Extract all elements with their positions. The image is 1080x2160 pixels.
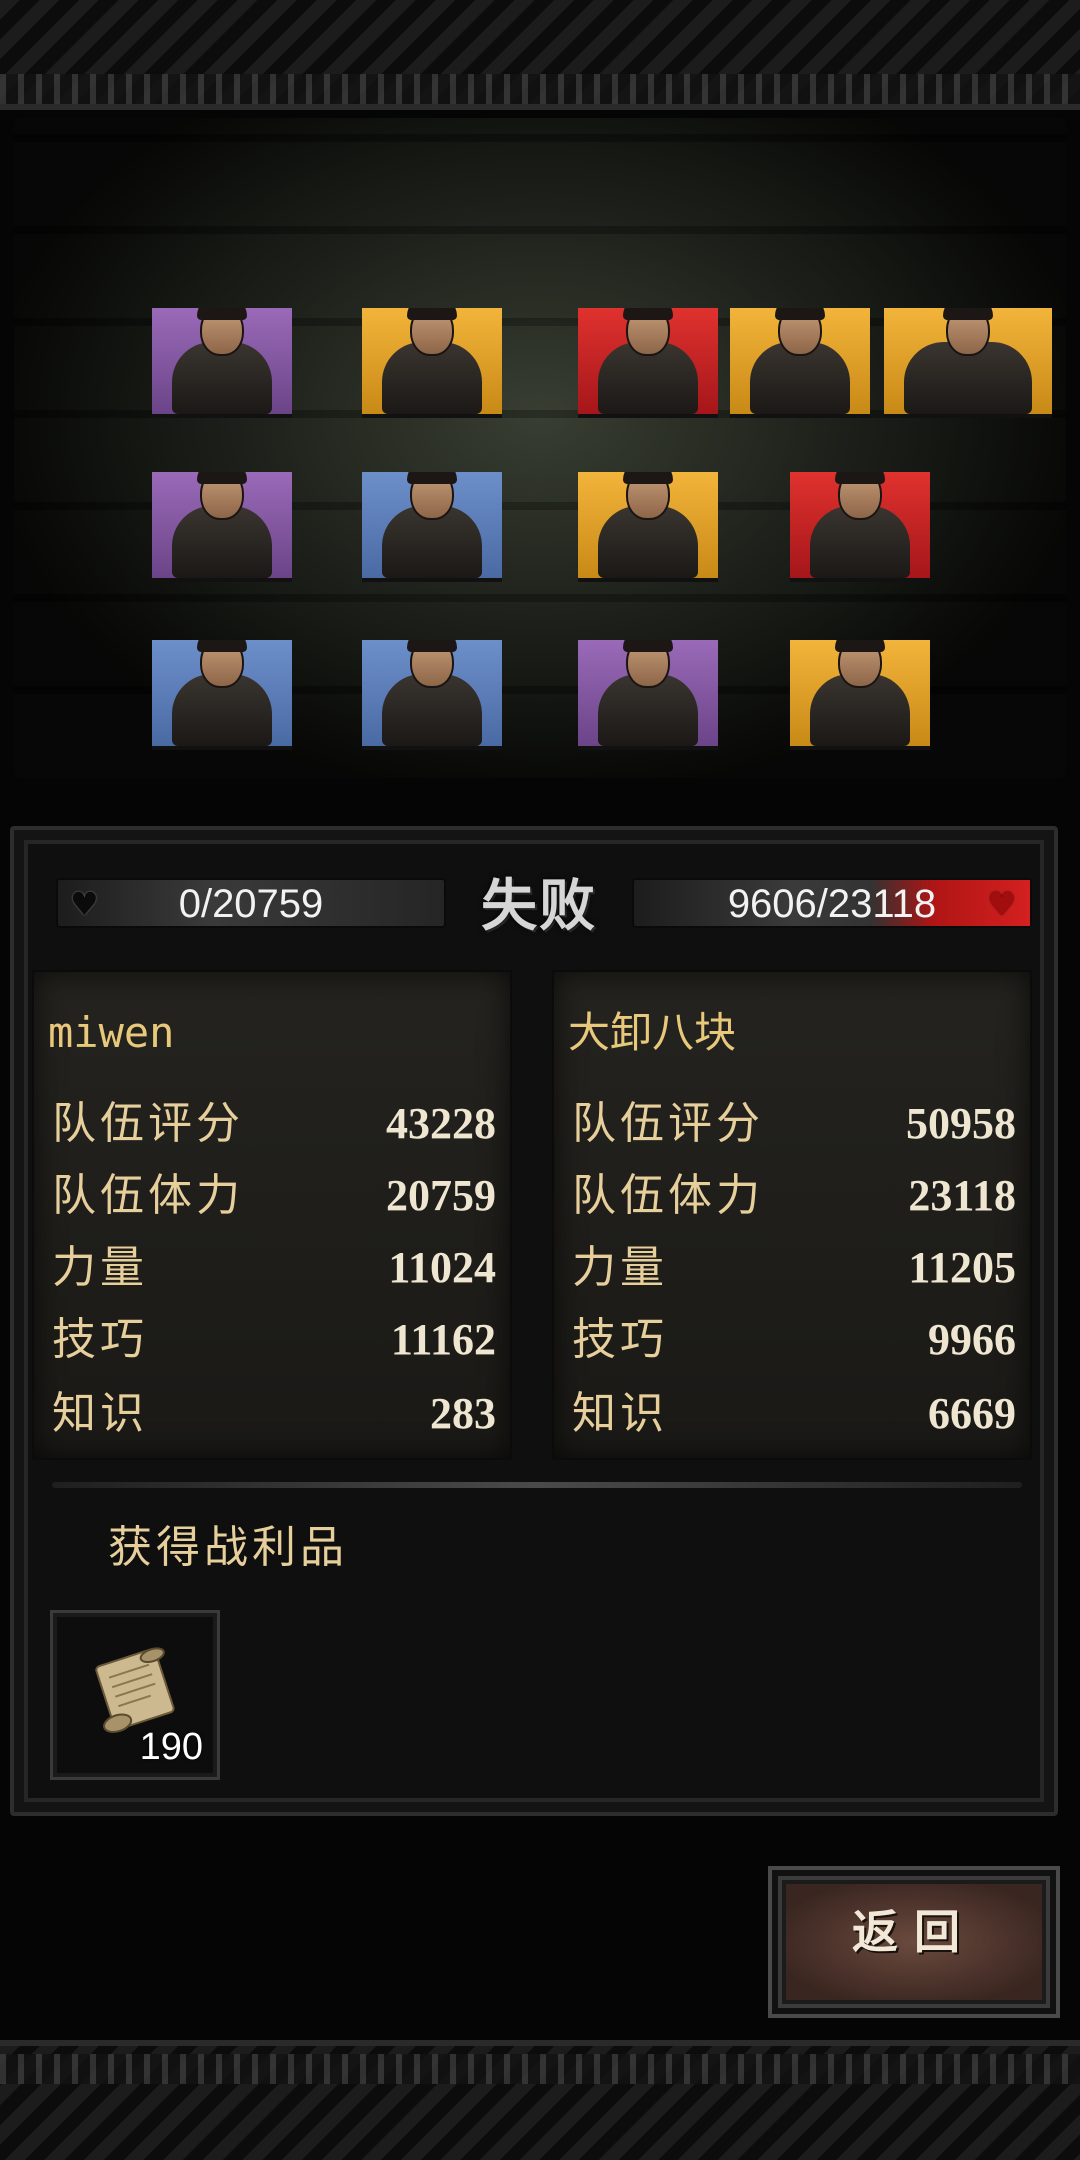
right-unit-5 [790,472,930,582]
top-decorative-border [0,0,1080,110]
stat-row: 技巧 9966 [572,1310,1016,1370]
stat-row: 队伍体力 20759 [52,1166,496,1226]
stat-label: 知识 [52,1388,148,1439]
loot-item-count: 190 [139,1726,203,1768]
stat-value: 11205 [908,1243,1016,1292]
right-unit-6 [578,640,718,750]
stat-row: 队伍评分 43228 [52,1094,496,1154]
battle-result-title: 失败 [481,873,597,939]
stat-row: 知识 6669 [572,1384,1016,1444]
stat-label: 队伍体力 [52,1170,244,1221]
stat-row: 技巧 11162 [52,1310,496,1370]
right-unit-1 [578,308,718,418]
left-team-name: miwen [48,1008,175,1057]
right-team-stats: 大卸八块 队伍评分 50958 队伍体力 23118 力量 11205 技巧 9… [552,970,1032,1460]
stat-row: 力量 11205 [572,1238,1016,1298]
left-team-hp-bar: ♥ 0/20759 [56,878,446,928]
stat-value: 50958 [906,1099,1016,1148]
stat-value: 43228 [386,1099,496,1148]
stat-row: 知识 283 [52,1384,496,1444]
stat-label: 力量 [572,1242,668,1293]
right-unit-2 [730,308,870,418]
stat-label: 技巧 [572,1314,668,1365]
stat-value: 283 [430,1389,496,1438]
stat-row: 队伍体力 23118 [572,1166,1016,1226]
right-team-hp-bar: ♥ 9606/23118 [632,878,1032,928]
section-divider [52,1482,1022,1488]
left-unit-4 [362,472,502,582]
stat-value: 11024 [388,1243,496,1292]
left-team-hp-text: 0/20759 [178,882,324,926]
stat-row: 力量 11024 [52,1238,496,1298]
left-unit-5 [152,640,292,750]
stat-row: 队伍评分 50958 [572,1094,1016,1154]
left-team-stats: miwen 队伍评分 43228 队伍体力 20759 力量 11024 技巧 … [32,970,512,1460]
loot-title: 获得战利品 [108,1522,348,1573]
right-team-name: 大卸八块 [568,1008,737,1057]
left-unit-2 [362,308,502,418]
stat-value: 9966 [928,1315,1016,1364]
stat-label: 队伍评分 [572,1098,764,1149]
stat-label: 知识 [572,1388,668,1439]
right-team-hp-text: 9606/23118 [727,882,937,926]
left-unit-6 [362,640,502,750]
loot-item-slot[interactable]: 190 [50,1610,220,1780]
battle-scene [14,118,1066,778]
return-button-label: 返回 [852,1905,976,1959]
stat-value: 20759 [386,1171,496,1220]
stat-label: 技巧 [52,1314,148,1365]
return-button[interactable]: 返回 [768,1866,1060,2018]
left-unit-3 [152,472,292,582]
right-unit-3 [884,308,1052,418]
left-unit-1 [152,308,292,418]
stat-label: 队伍体力 [572,1170,764,1221]
battle-result-panel: ♥ 0/20759 失败 ♥ 9606/23118 miwen 队伍评分 432… [10,826,1058,1816]
bottom-decorative-border [0,2040,1080,2160]
stat-label: 力量 [52,1242,148,1293]
stat-label: 队伍评分 [52,1098,244,1149]
stat-value: 11162 [390,1315,496,1364]
right-unit-7 [790,640,930,750]
stat-value: 23118 [908,1171,1016,1220]
right-unit-4 [578,472,718,582]
stat-value: 6669 [928,1389,1016,1438]
